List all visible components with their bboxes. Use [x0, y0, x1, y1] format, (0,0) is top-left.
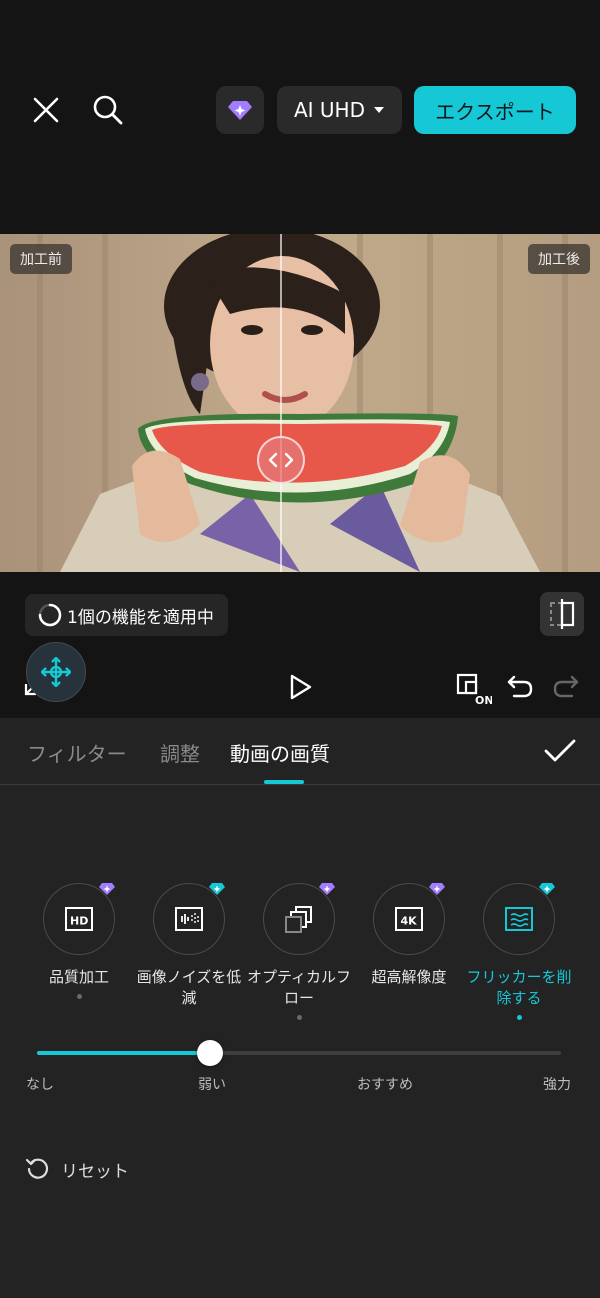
tool-optical-flow[interactable]: オプティカルフロー	[244, 883, 354, 1020]
compare-view-button[interactable]	[540, 592, 584, 636]
tool-noise-reduction[interactable]: 画像ノイズを低減	[134, 883, 244, 1009]
optical-flow-icon	[285, 906, 312, 933]
reset-label: リセット	[61, 1161, 129, 1182]
selected-dot	[516, 1015, 522, 1020]
export-label: エクスポート	[435, 99, 555, 124]
arrows-horizontal-icon	[268, 452, 294, 468]
compare-slider-handle[interactable]	[257, 436, 305, 484]
tab-adjust[interactable]: 調整	[160, 738, 200, 767]
keyframe-move-button[interactable]	[26, 642, 86, 702]
level-recommended[interactable]: おすすめ	[357, 1074, 413, 1094]
reset-icon	[25, 1158, 49, 1179]
play-icon[interactable]	[289, 674, 313, 704]
level-weak[interactable]: 弱い	[198, 1074, 226, 1094]
tab-video-quality[interactable]: 動画の画質	[230, 738, 330, 767]
status-text: 1個の機能を適用中	[67, 607, 214, 628]
tool-label: フリッカーを削除する	[466, 968, 572, 1007]
svg-text:ON: ON	[475, 694, 492, 706]
close-icon[interactable]	[22, 88, 70, 132]
tool-label: 品質加工	[48, 968, 109, 986]
confirm-check-icon[interactable]	[544, 738, 576, 768]
tool-circle	[263, 883, 335, 955]
intensity-slider-track[interactable]	[37, 1040, 561, 1066]
tool-circle: 4K	[373, 883, 445, 955]
quality-dropdown[interactable]: AI UHD	[277, 86, 402, 134]
applied-dot	[76, 994, 82, 999]
tool-super-resolution[interactable]: 4K 超高解像度	[354, 883, 464, 988]
premium-gem-icon	[99, 883, 115, 895]
flicker-icon	[505, 907, 533, 931]
compare-on-icon[interactable]: ON	[456, 672, 494, 710]
tool-label: 画像ノイズを低減	[136, 968, 242, 1007]
move-icon	[41, 657, 71, 687]
intensity-slider-fill	[37, 1051, 210, 1055]
split-compare-icon	[550, 599, 575, 629]
player-controls: 1個の機能を適用中 ON	[0, 572, 600, 718]
hd-icon: HD	[65, 907, 93, 931]
tab-filter[interactable]: フィルター	[27, 738, 127, 767]
premium-button[interactable]	[216, 86, 264, 134]
level-none[interactable]: なし	[26, 1074, 54, 1094]
svg-text:4K: 4K	[401, 915, 418, 928]
caret-down-icon	[374, 107, 384, 113]
svg-text:HD: HD	[70, 915, 88, 928]
export-button[interactable]: エクスポート	[414, 86, 576, 134]
intensity-slider-thumb[interactable]	[197, 1040, 223, 1066]
applied-dot	[296, 1015, 302, 1020]
4k-icon: 4K	[395, 907, 423, 931]
video-frame	[0, 234, 600, 572]
premium-gem-icon	[209, 883, 225, 895]
noise-reduce-icon	[175, 907, 203, 931]
applying-status: 1個の機能を適用中	[25, 594, 228, 636]
undo-icon[interactable]	[506, 674, 534, 704]
tool-label: 超高解像度	[371, 968, 447, 986]
top-bar: AI UHD エクスポート	[0, 0, 600, 232]
reset-button[interactable]: リセット	[25, 1156, 129, 1182]
diamond-icon	[228, 101, 252, 120]
before-label: 加工前	[10, 244, 72, 274]
tool-label: オプティカルフロー	[246, 968, 352, 1007]
tool-circle: HD	[43, 883, 115, 955]
search-icon[interactable]	[84, 88, 132, 132]
loading-spinner-icon	[38, 603, 62, 627]
premium-gem-icon	[539, 883, 555, 895]
premium-gem-icon	[429, 883, 445, 895]
premium-gem-icon	[319, 883, 335, 895]
tab-bar: フィルター 調整 動画の画質	[0, 718, 600, 785]
redo-icon[interactable]	[552, 674, 580, 704]
video-preview[interactable]: 加工前 加工後	[0, 234, 600, 572]
tool-circle	[153, 883, 225, 955]
edit-panel: フィルター 調整 動画の画質 HD 品質加工 画像ノイズを低減 オプティカルフロ…	[0, 718, 600, 1298]
after-label: 加工後	[528, 244, 590, 274]
active-tab-indicator	[264, 780, 304, 784]
tool-circle	[483, 883, 555, 955]
level-strong[interactable]: 強力	[543, 1074, 571, 1094]
quality-label: AI UHD	[293, 98, 365, 122]
tool-quality-processing[interactable]: HD 品質加工	[24, 883, 134, 999]
tool-flicker-removal[interactable]: フリッカーを削除する	[464, 883, 574, 1020]
